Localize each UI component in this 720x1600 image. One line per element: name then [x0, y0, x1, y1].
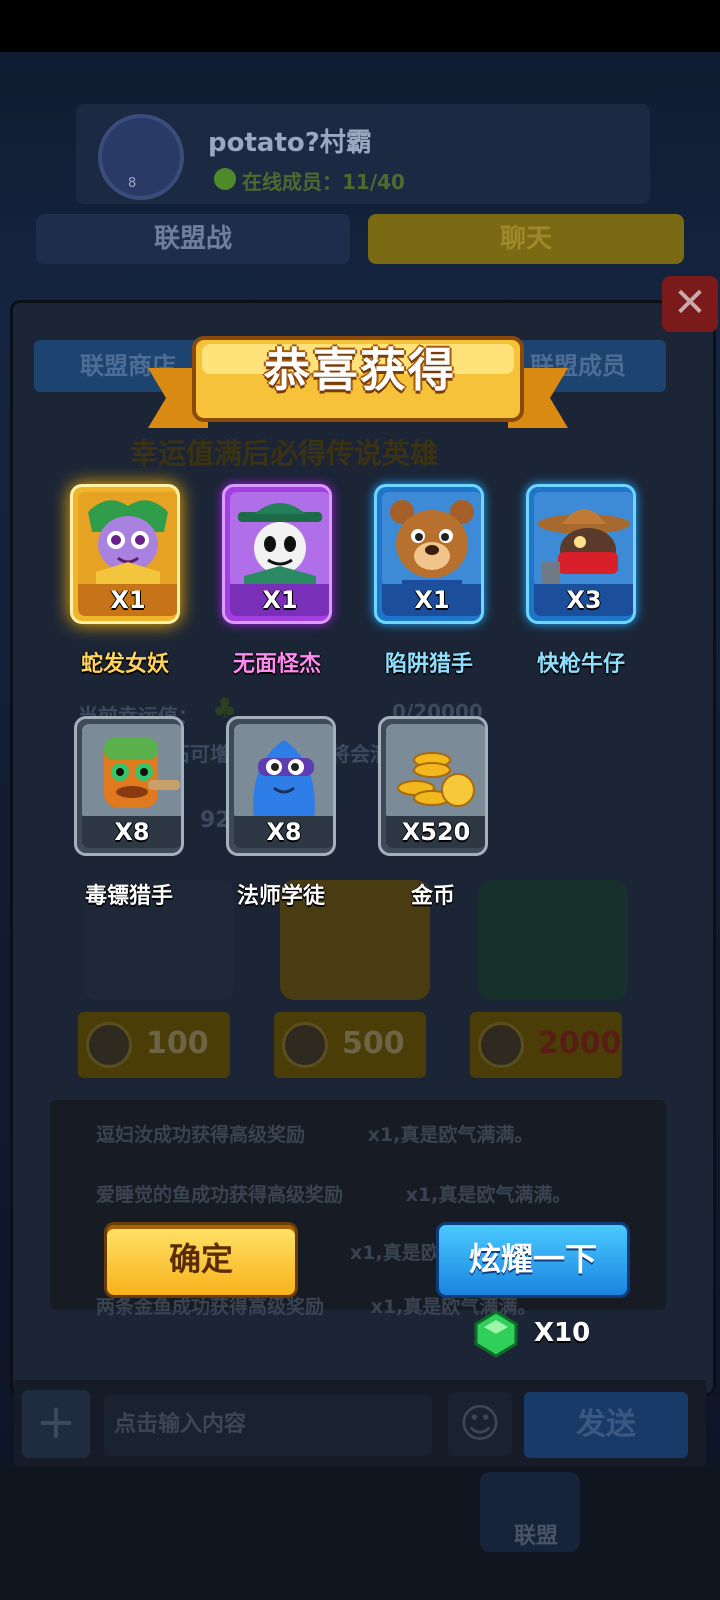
share-button[interactable]: 炫耀一下 [436, 1222, 630, 1298]
coin-icon [478, 1022, 524, 1068]
feed-item: 逗妇汝成功获得高级奖励 x1,真是欧气满满。 [96, 1124, 534, 1146]
reward-card[interactable]: X520 [378, 716, 488, 856]
nav-events-icon[interactable] [600, 1472, 700, 1552]
guild-level: 8 [128, 176, 137, 191]
guild-info-card: 8 potato?村霸 在线成员：11/40 [76, 104, 650, 204]
reward-name: 毒镖猎手 [84, 884, 173, 909]
reward-card[interactable]: X1 [374, 484, 484, 624]
coin-icon [86, 1022, 132, 1068]
reward-quantity: X3 [534, 584, 633, 616]
chest-price-button[interactable]: 100 [78, 1012, 230, 1078]
nav-guild-label: 联盟 [514, 1524, 559, 1549]
nav-heroes-icon[interactable] [126, 1472, 226, 1552]
feed-item: 爱睡觉的鱼成功获得高级奖励 x1,真是欧气满满。 [96, 1184, 572, 1206]
reward-name: 金币 [410, 884, 455, 909]
guild-badge-icon [98, 114, 184, 200]
mage-apprentice-hero-icon [234, 724, 333, 820]
reward-name: 快枪牛仔 [536, 652, 625, 677]
reward-name: 蛇发女妖 [80, 652, 169, 677]
confirm-button[interactable]: 确定 [104, 1222, 298, 1298]
plus-icon[interactable]: + [22, 1390, 90, 1458]
guild-name: potato?村霸 [208, 128, 372, 158]
reward-name: 无面怪杰 [232, 652, 321, 677]
reward-card[interactable]: X3 [526, 484, 636, 624]
chest-price: 500 [342, 1026, 405, 1061]
chest-price-button[interactable]: 500 [274, 1012, 426, 1078]
bear-hero-icon [382, 492, 481, 588]
gem-icon [474, 1310, 518, 1358]
send-button[interactable]: 发送 [524, 1392, 688, 1458]
gold-coin-icon [386, 724, 485, 820]
reward-name: 陷阱猎手 [384, 652, 473, 677]
reward-quantity: X1 [230, 584, 329, 616]
online-status-icon [214, 168, 236, 190]
cowboy-hero-icon [534, 492, 633, 588]
nav-shop-icon[interactable] [14, 1472, 114, 1552]
feed-item: x1,真是欧 [350, 1242, 440, 1264]
share-gem-cost: X10 [534, 1318, 591, 1348]
chat-input[interactable]: 点击输入内容 [104, 1394, 432, 1456]
coin-icon [282, 1022, 328, 1068]
reward-card[interactable]: X8 [226, 716, 336, 856]
dialog-title: 恭喜获得 [264, 343, 456, 397]
dart-hunter-hero-icon [82, 724, 181, 820]
tab-chat[interactable]: 聊天 [368, 214, 684, 264]
reward-quantity: X8 [234, 816, 333, 848]
reward-name: 法师学徒 [236, 884, 325, 909]
reward-quantity: X1 [78, 584, 177, 616]
emoji-icon[interactable]: ☺ [448, 1392, 512, 1456]
reward-quantity: X8 [82, 816, 181, 848]
faceless-hero-icon [230, 492, 329, 588]
online-members: 在线成员：11/40 [242, 170, 405, 194]
reward-card[interactable]: X1 [222, 484, 332, 624]
tab-guild-war[interactable]: 联盟战 [36, 214, 350, 264]
chest-price-button[interactable]: 2000 [470, 1012, 622, 1078]
game-screen: 8 potato?村霸 在线成员：11/40 联盟战 聊天 ✕ 联盟商店 联盟成… [0, 0, 720, 1600]
reward-card[interactable]: X8 [74, 716, 184, 856]
luck-hint: 幸运值满后必得传说英雄 [130, 437, 439, 470]
medusa-hero-icon [78, 492, 177, 588]
nav-battle-icon[interactable] [240, 1472, 340, 1552]
nav-rank-icon[interactable] [356, 1472, 456, 1552]
close-icon[interactable]: ✕ [662, 276, 718, 332]
reward-card[interactable]: X1 [70, 484, 180, 624]
chest-price: 100 [146, 1026, 209, 1061]
chest-price: 2000 [538, 1026, 622, 1061]
reward-quantity: X1 [382, 584, 481, 616]
reward-quantity: X520 [386, 816, 485, 848]
